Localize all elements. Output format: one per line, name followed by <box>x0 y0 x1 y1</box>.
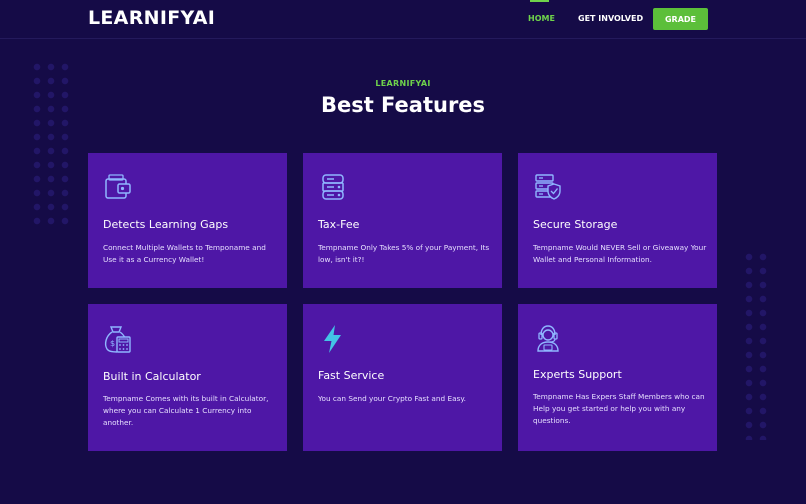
feature-description: Tempname Has Expers Staff Members who ca… <box>533 392 705 425</box>
support-agent-icon <box>537 325 559 352</box>
feature-description: Tempname Comes with its built in Calcula… <box>103 394 269 427</box>
feature-card-secure-storage[interactable]: Secure Storage Tempname Would NEVER Sell… <box>518 153 717 288</box>
svg-text:$: $ <box>110 339 115 348</box>
feature-title: Detects Learning Gaps <box>103 218 229 231</box>
secure-server-icon <box>535 174 561 200</box>
feature-title: Tax-Fee <box>318 218 360 231</box>
site-logo[interactable]: LEARNIFYAI <box>88 7 215 29</box>
feature-title: Built in Calculator <box>103 370 201 383</box>
money-bag-calculator-icon: $ <box>104 326 131 353</box>
feature-description: Tempname Only Takes 5% of your Payment, … <box>318 243 490 264</box>
feature-title: Fast Service <box>318 369 385 382</box>
feature-description: Tempname Would NEVER Sell or Giveaway Yo… <box>533 243 707 264</box>
section-title: Best Features <box>320 93 486 117</box>
feature-card-tax-fee[interactable]: Tax-Fee Tempname Only Takes 5% of your P… <box>303 153 502 288</box>
feature-card-calculator[interactable]: $ Built in Calculator Tempname Comes wit… <box>88 304 287 451</box>
database-icon <box>322 174 344 200</box>
feature-card-learning-gaps[interactable]: Detects Learning Gaps Connect Multiple W… <box>88 153 287 288</box>
decorative-dots-right <box>742 250 772 440</box>
top-navigation-bar: LEARNIFYAI HOME GET INVOLVED GRADE <box>0 0 806 39</box>
active-nav-indicator <box>530 0 549 2</box>
grade-button[interactable]: GRADE <box>653 8 708 30</box>
nav-link-get-involved[interactable]: GET INVOLVED <box>578 14 643 23</box>
section-eyebrow: LEARNIFYAI <box>375 79 431 88</box>
lightning-icon <box>324 325 341 353</box>
feature-description: Connect Multiple Wallets to Temponame an… <box>103 243 266 264</box>
feature-description: You can Send your Crypto Fast and Easy. <box>318 394 466 403</box>
wallet-icon <box>105 174 131 199</box>
feature-title: Secure Storage <box>533 218 618 231</box>
feature-card-experts-support[interactable]: Experts Support Tempname Has Expers Staf… <box>518 304 717 451</box>
feature-title: Experts Support <box>533 368 622 381</box>
feature-card-fast-service[interactable]: Fast Service You can Send your Crypto Fa… <box>303 304 502 451</box>
nav-link-home[interactable]: HOME <box>528 14 555 23</box>
